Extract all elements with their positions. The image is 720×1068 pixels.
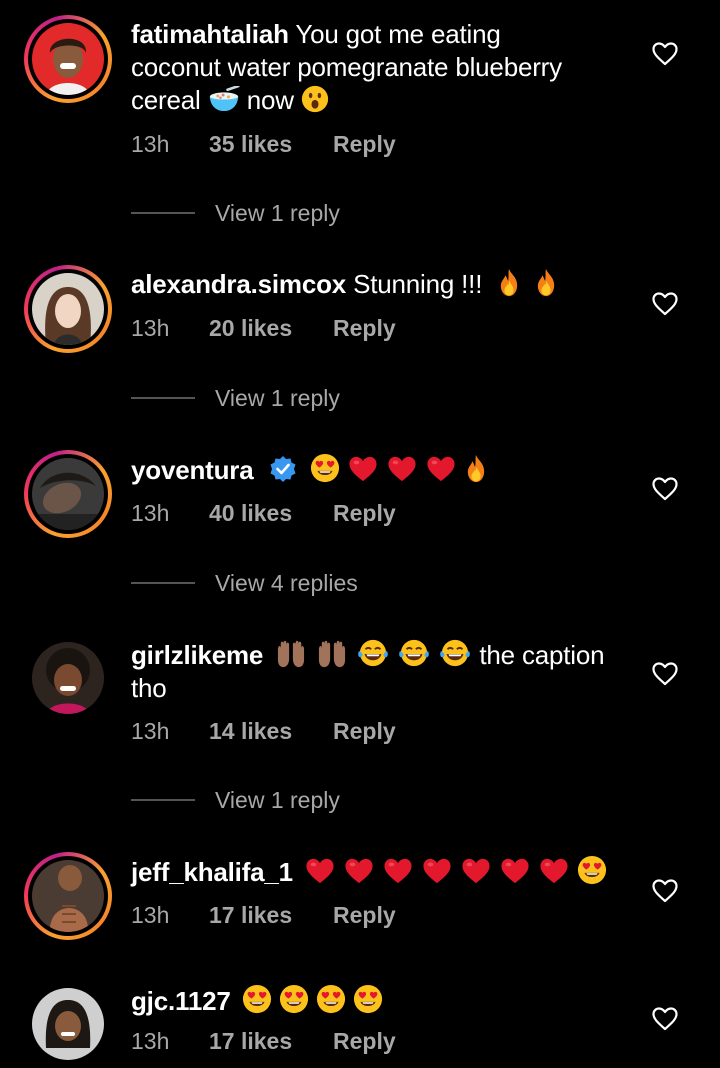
comment-likes[interactable]: 20 likes <box>209 313 292 343</box>
red-heart-emoji <box>460 857 492 885</box>
red-heart-emoji <box>538 857 570 885</box>
comment-text: the caption <box>479 640 605 670</box>
red-heart-emoji <box>382 857 414 885</box>
heart-eyes-emoji <box>353 984 383 1014</box>
red-heart-emoji <box>425 455 457 483</box>
comment-username[interactable]: fatimahtaliah <box>131 19 289 49</box>
red-heart-emoji <box>499 857 531 885</box>
red-heart-emoji <box>304 857 336 885</box>
fire-emoji <box>534 268 558 297</box>
comment-text: coconut water pomegranate blueberry <box>131 52 562 82</box>
like-heart-icon[interactable] <box>652 879 678 903</box>
view-replies-label[interactable]: View 1 reply <box>215 383 340 413</box>
reply-button[interactable]: Reply <box>333 900 396 930</box>
like-heart-icon[interactable] <box>652 1007 678 1031</box>
comment-username[interactable]: gjc.1127 <box>131 986 231 1016</box>
comment-username[interactable]: alexandra.simcox <box>131 269 346 299</box>
like-heart-icon[interactable] <box>652 662 678 686</box>
avatar-story-ring[interactable] <box>24 450 112 538</box>
tears-of-joy-emoji <box>356 638 390 668</box>
divider-line <box>131 397 195 399</box>
astonished-face-emoji <box>301 85 329 113</box>
reply-button[interactable]: Reply <box>333 716 396 746</box>
comment-username[interactable]: jeff_khalifa_1 <box>131 857 293 887</box>
verified-badge-icon <box>269 455 297 483</box>
comment-text: now <box>246 85 294 115</box>
bowl-cereal-emoji <box>208 86 240 113</box>
like-heart-icon[interactable] <box>652 42 678 66</box>
tears-of-joy-emoji <box>397 638 431 668</box>
red-heart-emoji <box>343 857 375 885</box>
tears-of-joy-emoji <box>438 638 472 668</box>
fire-emoji <box>497 268 521 297</box>
avatar[interactable] <box>32 23 104 95</box>
avatar[interactable] <box>32 273 104 345</box>
reply-button[interactable]: Reply <box>333 498 396 528</box>
avatar-story-ring[interactable] <box>24 852 112 940</box>
comment-likes[interactable]: 17 likes <box>209 900 292 930</box>
raised-hands-emoji <box>274 640 308 668</box>
comment-username[interactable]: yoventura <box>131 455 254 485</box>
avatar[interactable] <box>32 458 104 530</box>
divider-line <box>131 582 195 584</box>
comment-time: 13h <box>131 500 170 526</box>
avatar-story-ring[interactable] <box>24 15 112 103</box>
reply-button[interactable]: Reply <box>333 1026 396 1056</box>
comment-text: cereal <box>131 85 201 115</box>
heart-eyes-emoji <box>310 453 340 483</box>
red-heart-emoji <box>421 857 453 885</box>
comment-time: 13h <box>131 718 170 744</box>
heart-eyes-emoji <box>242 984 272 1014</box>
comment-likes[interactable]: 14 likes <box>209 716 292 746</box>
like-heart-icon[interactable] <box>652 477 678 501</box>
red-heart-emoji <box>386 455 418 483</box>
comment-text: Stunning !!! <box>353 269 483 299</box>
view-replies-label[interactable]: View 4 replies <box>215 568 358 598</box>
fire-emoji <box>464 454 488 483</box>
comment-time: 13h <box>131 902 170 928</box>
avatar-wrapper[interactable] <box>24 980 112 1068</box>
comment-time: 13h <box>131 315 170 341</box>
like-heart-icon[interactable] <box>652 292 678 316</box>
heart-eyes-emoji <box>279 984 309 1014</box>
view-replies-label[interactable]: View 1 reply <box>215 198 340 228</box>
comment-username[interactable]: girlzlikeme <box>131 640 263 670</box>
raised-hands-emoji <box>315 640 349 668</box>
comment-likes[interactable]: 35 likes <box>209 129 292 159</box>
heart-eyes-emoji <box>577 855 607 885</box>
red-heart-emoji <box>347 455 379 483</box>
divider-line <box>131 799 195 801</box>
comment-time: 13h <box>131 1028 170 1054</box>
comment-text: tho <box>131 673 167 703</box>
avatar-wrapper[interactable] <box>24 634 112 722</box>
divider-line <box>131 212 195 214</box>
comment-likes[interactable]: 40 likes <box>209 498 292 528</box>
avatar-story-ring[interactable] <box>24 265 112 353</box>
avatar[interactable] <box>32 860 104 932</box>
view-replies-label[interactable]: View 1 reply <box>215 785 340 815</box>
heart-eyes-emoji <box>316 984 346 1014</box>
comment-text: You got me eating <box>295 19 501 49</box>
avatar[interactable] <box>32 988 104 1060</box>
reply-button[interactable]: Reply <box>333 313 396 343</box>
avatar[interactable] <box>32 642 104 714</box>
reply-button[interactable]: Reply <box>333 129 396 159</box>
comment-likes[interactable]: 17 likes <box>209 1026 292 1056</box>
comment-time: 13h <box>131 131 170 157</box>
